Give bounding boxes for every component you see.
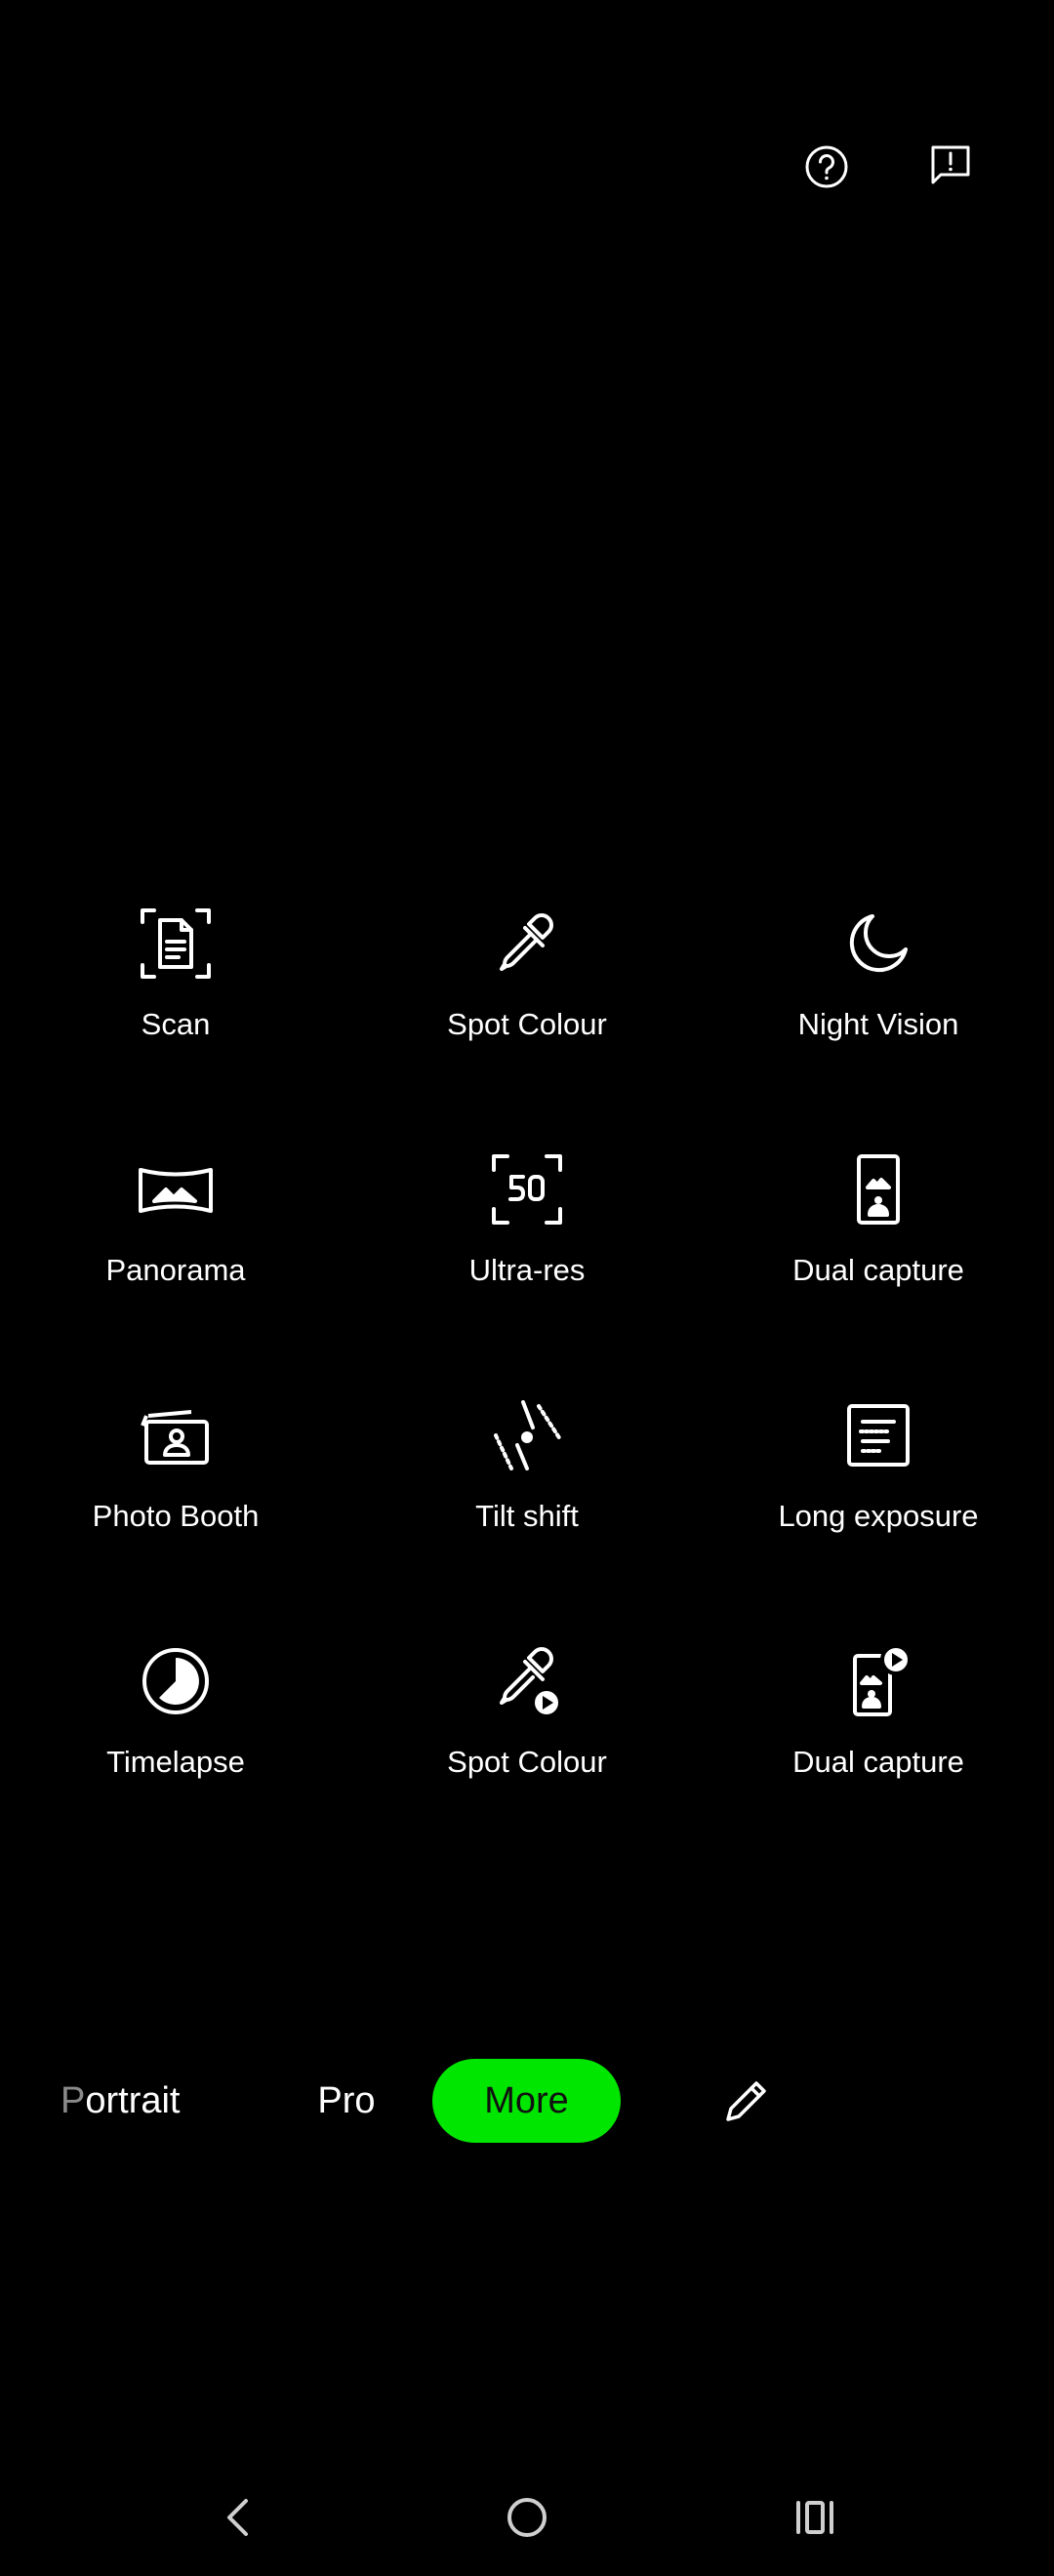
mode-scan[interactable]: Scan xyxy=(0,888,351,1134)
mode-tilt-shift[interactable]: Tilt shift xyxy=(351,1380,703,1626)
mode-grid: Scan Spot Colour Night Vision Panorama U… xyxy=(0,888,1054,1872)
mode-label: Night Vision xyxy=(797,1007,959,1041)
tab-portrait-label: ortrait xyxy=(85,2079,181,2121)
mode-label: Timelapse xyxy=(106,1745,245,1779)
timelapse-icon xyxy=(132,1637,220,1725)
eyedropper-icon xyxy=(483,900,571,987)
mode-label: Ultra-res xyxy=(468,1253,586,1287)
mode-long-exposure[interactable]: Long exposure xyxy=(703,1380,1054,1626)
mode-night-vision[interactable]: Night Vision xyxy=(703,888,1054,1134)
ultra-res-50-icon xyxy=(483,1146,571,1233)
eyedropper-video-icon xyxy=(483,1637,571,1725)
moon-icon xyxy=(834,900,922,987)
mode-dual-capture[interactable]: Dual capture xyxy=(703,1134,1054,1380)
nav-recents-button[interactable] xyxy=(776,2478,854,2556)
home-circle-icon xyxy=(507,2498,547,2537)
feedback-button[interactable] xyxy=(916,131,985,199)
photo-booth-icon xyxy=(132,1391,220,1479)
dual-capture-icon xyxy=(834,1146,922,1233)
help-button[interactable] xyxy=(792,133,861,201)
recents-icon xyxy=(796,2501,833,2534)
mode-ultra-res[interactable]: Ultra-res xyxy=(351,1134,703,1380)
mode-label: Dual capture xyxy=(792,1253,964,1287)
edit-modes-button[interactable] xyxy=(712,2067,781,2135)
question-circle-icon xyxy=(805,145,848,188)
dual-capture-video-icon xyxy=(834,1637,922,1725)
mode-label: Photo Booth xyxy=(92,1499,260,1533)
nav-back-button[interactable] xyxy=(200,2478,278,2556)
tab-portrait[interactable]: Portrait xyxy=(61,2059,217,2143)
long-exposure-icon xyxy=(834,1391,922,1479)
tab-pro[interactable]: Pro xyxy=(293,2059,400,2143)
camera-mode-bar: Portrait Pro More xyxy=(0,2059,1054,2147)
mode-label: Scan xyxy=(141,1007,211,1041)
mode-spot-colour-video[interactable]: Spot Colour xyxy=(351,1626,703,1872)
system-nav-bar xyxy=(0,2478,1054,2556)
mode-label: Long exposure xyxy=(778,1499,979,1533)
feedback-icon xyxy=(931,145,970,184)
mode-photo-booth[interactable]: Photo Booth xyxy=(0,1380,351,1626)
tab-more[interactable]: More xyxy=(432,2059,621,2143)
nav-home-button[interactable] xyxy=(488,2478,566,2556)
pencil-icon xyxy=(726,2081,766,2121)
mode-dual-capture-video[interactable]: Dual capture xyxy=(703,1626,1054,1872)
tab-portrait-first-letter: P xyxy=(61,2079,86,2121)
mode-label: Dual capture xyxy=(792,1745,964,1779)
mode-label: Spot Colour xyxy=(447,1745,607,1779)
mode-label: Spot Colour xyxy=(447,1007,607,1041)
mode-label: Panorama xyxy=(105,1253,246,1287)
mode-label: Tilt shift xyxy=(475,1499,579,1533)
mode-timelapse[interactable]: Timelapse xyxy=(0,1626,351,1872)
scan-document-icon xyxy=(132,900,220,987)
back-chevron-icon xyxy=(227,2499,248,2536)
mode-panorama[interactable]: Panorama xyxy=(0,1134,351,1380)
panorama-icon xyxy=(132,1146,220,1233)
mode-spot-colour[interactable]: Spot Colour xyxy=(351,888,703,1134)
tilt-shift-icon xyxy=(483,1391,571,1479)
